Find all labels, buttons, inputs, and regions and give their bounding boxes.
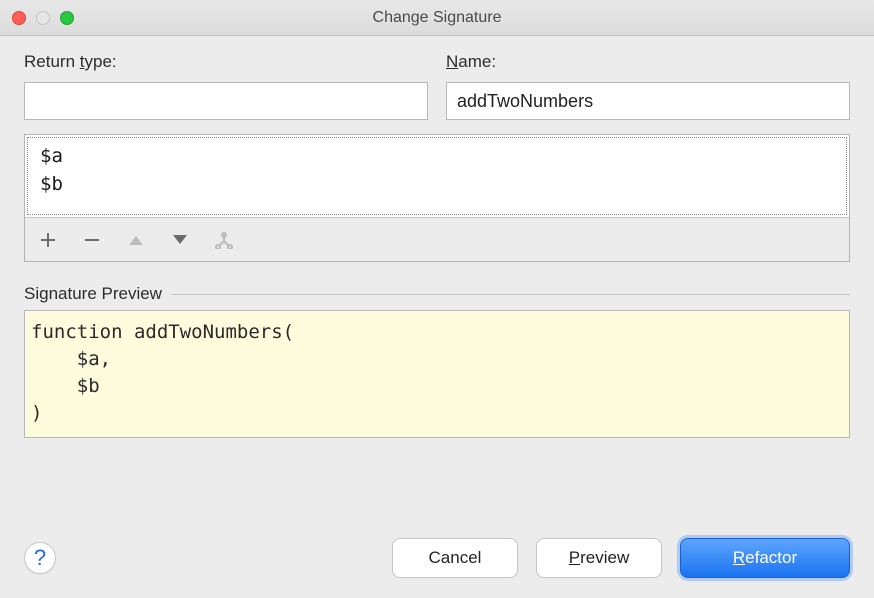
propagate-button — [213, 229, 235, 251]
help-icon: ? — [34, 545, 46, 571]
footer-buttons: Cancel Preview Refactor — [392, 538, 850, 578]
help-button[interactable]: ? — [24, 542, 56, 574]
return-type-input[interactable] — [24, 82, 428, 120]
parameters-section: $a $b — [24, 134, 850, 262]
fields-row: Return type: Name: — [24, 52, 850, 120]
remove-parameter-button[interactable] — [81, 229, 103, 251]
dialog-content: Return type: Name: $a $b — [0, 36, 874, 598]
up-icon — [128, 234, 144, 246]
plus-icon — [40, 232, 56, 248]
parameter-item[interactable]: $b — [36, 170, 838, 198]
divider — [172, 294, 850, 295]
window-title: Change Signature — [373, 9, 502, 27]
zoom-window-button[interactable] — [60, 11, 74, 25]
signature-preview-header: Signature Preview — [24, 284, 850, 304]
minus-icon — [84, 232, 100, 248]
return-type-label: Return type: — [24, 52, 428, 72]
parameter-item[interactable]: $a — [36, 142, 838, 170]
cancel-button[interactable]: Cancel — [392, 538, 518, 578]
add-parameter-button[interactable] — [37, 229, 59, 251]
preview-button[interactable]: Preview — [536, 538, 662, 578]
signature-preview-label: Signature Preview — [24, 284, 162, 304]
parameters-toolbar — [25, 217, 849, 261]
parameters-list[interactable]: $a $b — [27, 137, 847, 215]
move-down-button[interactable] — [169, 229, 191, 251]
signature-preview-section: Signature Preview function addTwoNumbers… — [24, 284, 850, 438]
close-window-button[interactable] — [12, 11, 26, 25]
window-controls — [12, 11, 74, 25]
name-label: Name: — [446, 52, 850, 72]
move-up-button — [125, 229, 147, 251]
down-icon — [172, 234, 188, 246]
signature-preview-box: function addTwoNumbers( $a, $b ) — [24, 310, 850, 438]
change-signature-dialog: Change Signature Return type: Name: $a $… — [0, 0, 874, 598]
minimize-window-button — [36, 11, 50, 25]
name-field: Name: — [446, 52, 850, 120]
titlebar: Change Signature — [0, 0, 874, 36]
refactor-button[interactable]: Refactor — [680, 538, 850, 578]
return-type-field: Return type: — [24, 52, 428, 120]
dialog-footer: ? Cancel Preview Refactor — [24, 538, 850, 578]
name-input[interactable] — [446, 82, 850, 120]
propagate-icon — [215, 231, 233, 249]
